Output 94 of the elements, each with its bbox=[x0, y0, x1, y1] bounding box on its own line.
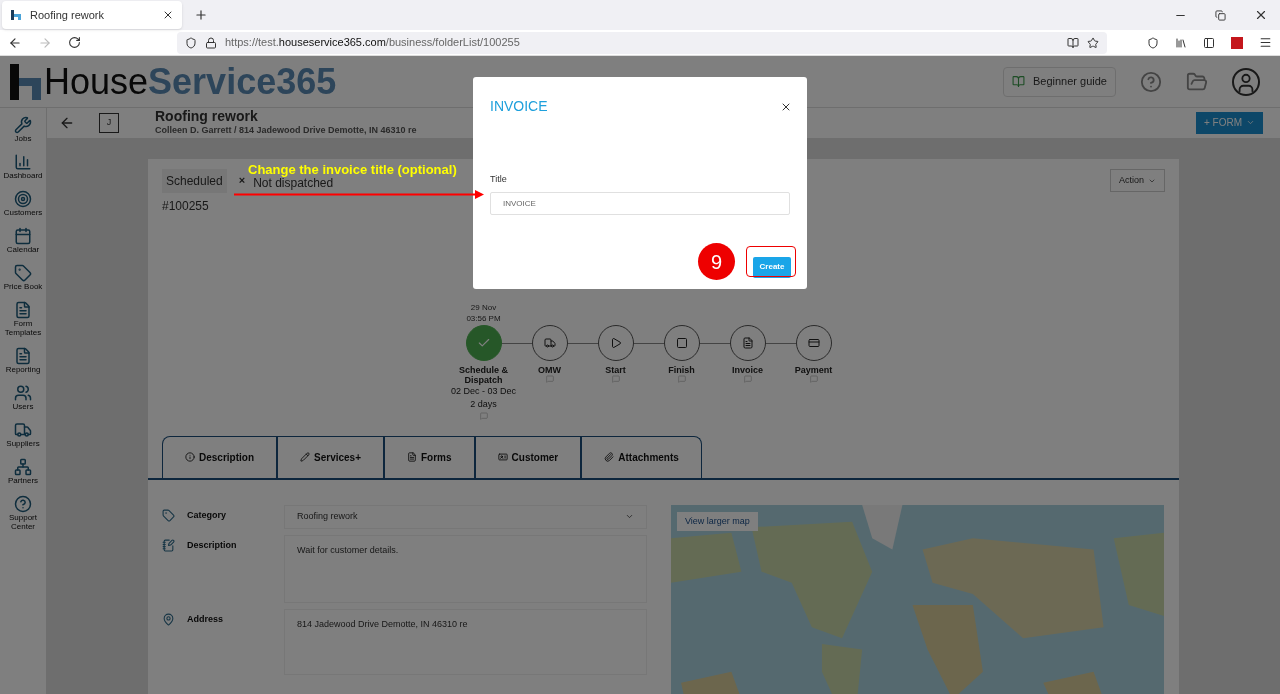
logo-icon bbox=[8, 61, 44, 102]
tab-icon bbox=[407, 452, 417, 462]
tab-icon bbox=[300, 452, 310, 462]
tab-icon bbox=[497, 452, 508, 462]
sidebar-item[interactable]: Price Book bbox=[0, 264, 46, 291]
job-number: #100255 bbox=[162, 197, 209, 215]
close-window-icon[interactable] bbox=[1254, 8, 1268, 22]
sidebar-item[interactable]: Users bbox=[0, 384, 46, 411]
beginner-guide-button[interactable]: Beginner guide bbox=[1003, 66, 1116, 97]
tab-title: Roofing rework bbox=[30, 7, 105, 23]
sidebar-icon bbox=[14, 301, 32, 319]
close-icon[interactable] bbox=[162, 9, 174, 21]
lock-icon bbox=[205, 36, 217, 49]
sidebar-icon bbox=[14, 421, 32, 439]
sidebar-icon bbox=[14, 153, 32, 171]
job-title: Roofing rework bbox=[155, 108, 259, 124]
field-label: Description bbox=[187, 538, 237, 552]
tab[interactable]: Attachments bbox=[581, 435, 702, 478]
tab[interactable]: Description bbox=[162, 435, 277, 478]
add-form-button[interactable]: + FORM bbox=[1195, 111, 1263, 134]
sidebar-icon[interactable] bbox=[1203, 36, 1215, 49]
shield-icon bbox=[185, 36, 197, 49]
field-icon bbox=[162, 538, 175, 552]
title-input[interactable]: INVOICE bbox=[490, 191, 790, 215]
dispatch-status: Not dispatched bbox=[253, 176, 334, 189]
address-bar[interactable]: https://test.houseservice365.com/business/folderList/100255 bbox=[177, 31, 1107, 54]
tab[interactable]: Services+ bbox=[277, 435, 384, 478]
sidebar-item[interactable]: Partners bbox=[0, 458, 46, 485]
sidebar-icon bbox=[14, 384, 32, 402]
field-label: Category bbox=[187, 508, 226, 522]
tab[interactable]: Forms bbox=[384, 435, 475, 478]
sidebar-icon bbox=[14, 347, 32, 365]
sidebar-item[interactable]: Support Center bbox=[0, 495, 46, 531]
text-area[interactable]: 814 Jadewood Drive Demotte, IN 46310 re bbox=[284, 608, 647, 675]
action-button[interactable]: Action bbox=[1110, 168, 1165, 193]
folder-icon[interactable] bbox=[1186, 70, 1208, 93]
sidebar-item[interactable]: Jobs bbox=[0, 116, 46, 143]
sidebar-icon bbox=[14, 458, 32, 476]
field-icon bbox=[162, 612, 175, 626]
back-icon[interactable] bbox=[8, 35, 22, 50]
extension-icon[interactable] bbox=[1231, 36, 1243, 49]
highlight-frame bbox=[746, 246, 796, 277]
avatar-icon[interactable] bbox=[1232, 67, 1260, 96]
restore-icon[interactable] bbox=[1215, 9, 1226, 21]
step-label: OMW bbox=[538, 364, 561, 375]
help-icon[interactable] bbox=[1140, 70, 1162, 93]
caret-icon bbox=[625, 512, 634, 521]
step-date: 29 Nov bbox=[470, 302, 497, 314]
sidebar-icon bbox=[14, 264, 32, 282]
sidebar-item[interactable]: Dashboard bbox=[0, 153, 46, 180]
sidebar-icon bbox=[14, 116, 32, 134]
menu-icon[interactable] bbox=[1259, 36, 1272, 49]
sidebar-item[interactable]: Form Templates bbox=[0, 301, 46, 337]
job-subtitle: Colleen D. Garrett / 814 Jadewood Drive Demotte, IN 46310 re bbox=[155, 124, 417, 137]
bookmark-star-icon[interactable] bbox=[1087, 36, 1099, 49]
step-label: Schedule & Dispatch bbox=[458, 364, 509, 385]
field-icon bbox=[162, 508, 175, 522]
site-favicon-icon bbox=[10, 9, 22, 21]
field-label: Address bbox=[187, 612, 223, 626]
sidebar-icon bbox=[14, 227, 32, 245]
url-text: https://test.houseservice365.com/business/folderList/100255 bbox=[225, 35, 521, 51]
browser-tab[interactable]: Roofing rework bbox=[2, 1, 182, 29]
sidebar-item[interactable]: Suppliers bbox=[0, 421, 46, 448]
step-label: Invoice bbox=[732, 364, 763, 375]
reader-icon[interactable] bbox=[1067, 36, 1079, 49]
step-label: Finish bbox=[668, 364, 695, 375]
library-icon[interactable] bbox=[1175, 36, 1187, 49]
step-range: 02 Dec - 03 Dec bbox=[451, 385, 516, 398]
job-badge: J bbox=[99, 112, 119, 133]
book-icon bbox=[1012, 75, 1025, 88]
step-label: Payment bbox=[794, 364, 833, 375]
tab-icon bbox=[604, 452, 615, 462]
category-select[interactable]: Roofing rework bbox=[284, 504, 647, 529]
annotation-text: Change the invoice title (optional) bbox=[248, 163, 457, 177]
field-label: Title bbox=[490, 173, 508, 186]
create-button[interactable]: Create bbox=[753, 256, 791, 278]
reload-icon[interactable] bbox=[68, 36, 81, 49]
new-tab-icon[interactable] bbox=[194, 8, 208, 22]
tab-icon bbox=[185, 452, 195, 462]
dialog-title: INVOICE bbox=[490, 97, 549, 116]
view-larger-map-button[interactable]: View larger map bbox=[677, 511, 758, 531]
step-time: 03:56 PM bbox=[466, 313, 501, 325]
sidebar-item[interactable]: Customers bbox=[0, 190, 46, 217]
status-tag: Scheduled bbox=[162, 168, 227, 193]
sidebar-icon bbox=[14, 190, 32, 208]
logo-text: HouseService365 bbox=[44, 63, 337, 100]
step-label: Start bbox=[605, 364, 626, 375]
sidebar-item[interactable]: Calendar bbox=[0, 227, 46, 254]
sidebar-item[interactable]: Reporting bbox=[0, 347, 46, 374]
text-area[interactable]: Wait for customer details. bbox=[284, 534, 647, 603]
tab[interactable]: Customer bbox=[474, 435, 582, 478]
sidebar-icon bbox=[14, 495, 32, 513]
step-duration: 2 days bbox=[470, 398, 497, 411]
dispatch-mark: × bbox=[238, 173, 246, 189]
